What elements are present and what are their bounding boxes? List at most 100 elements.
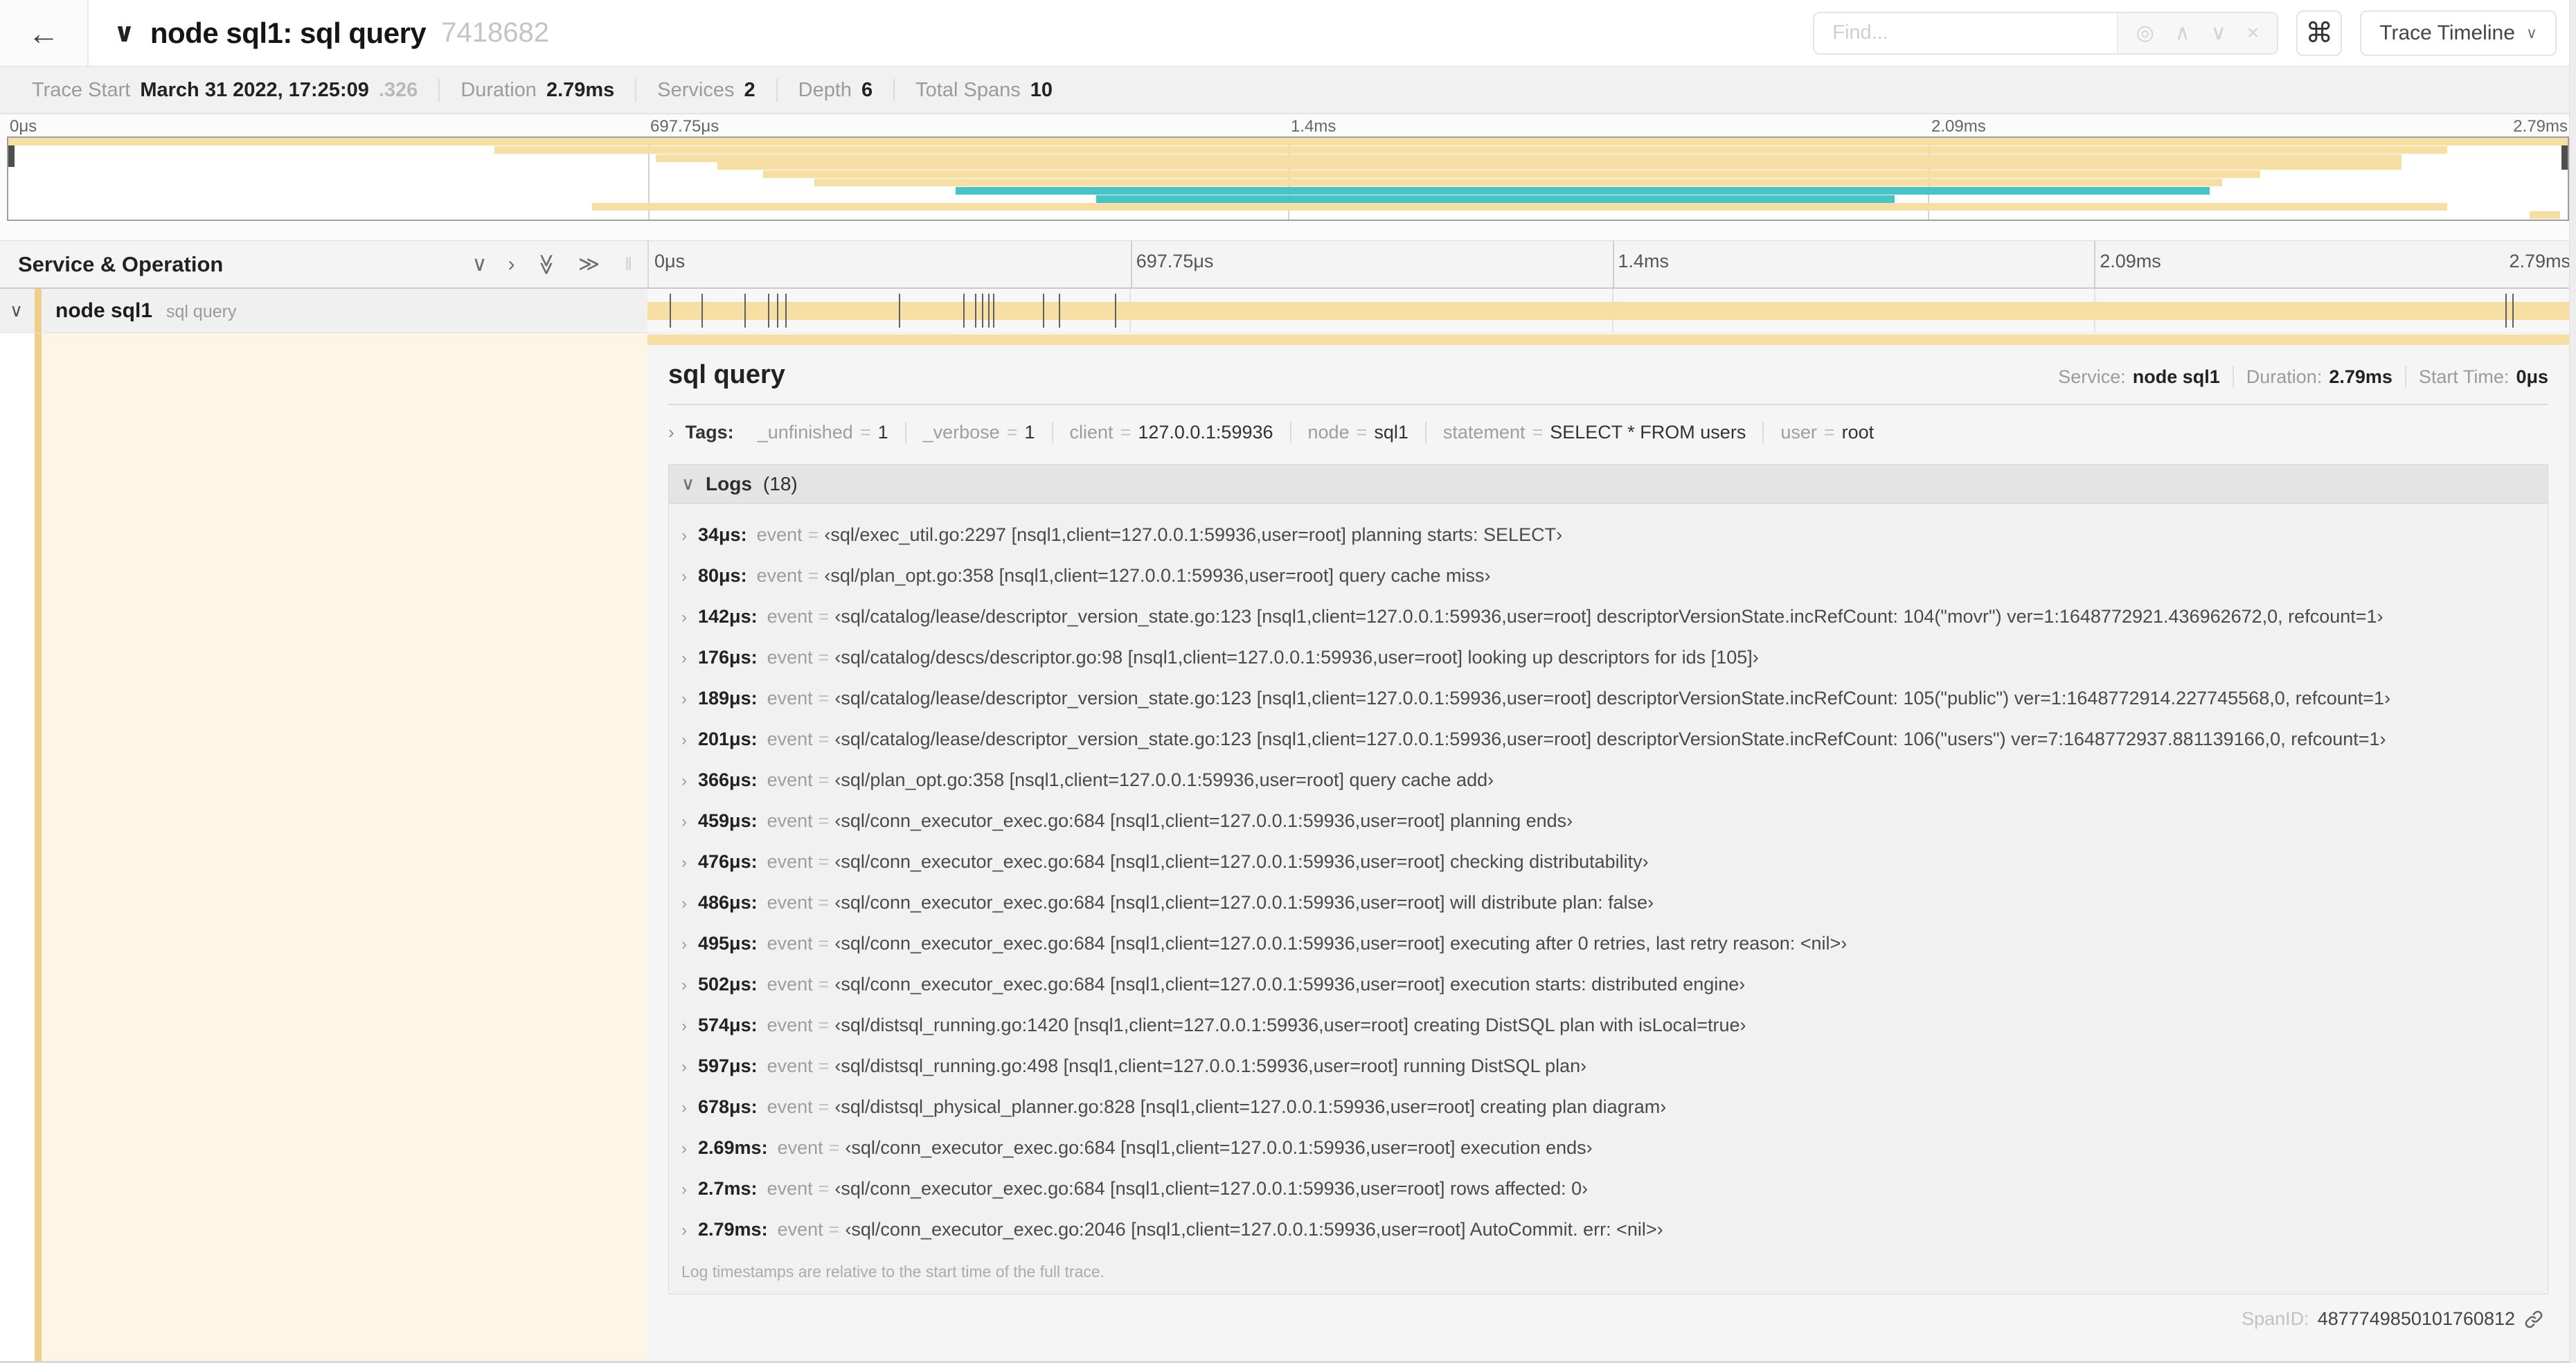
log-marker-tick bbox=[785, 294, 787, 328]
log-row-chevron-icon: › bbox=[681, 567, 687, 586]
stat-value: March 31 2022, 17:25:09 bbox=[140, 78, 369, 101]
log-row[interactable]: › 2.69ms: event = ‹sql/conn_executor_exec.go… bbox=[669, 1128, 2548, 1168]
tag-value: sql1 bbox=[1374, 422, 1408, 443]
find-prev-icon[interactable]: ∧ bbox=[2175, 22, 2190, 44]
expand-all-icon[interactable]: ≫ bbox=[578, 253, 600, 275]
span-duration-bar[interactable] bbox=[647, 301, 2576, 320]
log-field-value: ‹sql/conn_executor_exec.go:684 [nsql1,cl… bbox=[834, 933, 1848, 954]
minimap-axis-label: 2.09ms bbox=[1931, 117, 1986, 136]
minimap-canvas[interactable] bbox=[7, 136, 2569, 221]
log-row-chevron-icon: › bbox=[681, 731, 687, 749]
tag-key: user bbox=[1780, 422, 1817, 443]
stat-label: Services bbox=[657, 78, 735, 101]
log-row[interactable]: › 502μs: event = ‹sql/conn_executor_exec.go:… bbox=[669, 964, 2548, 1005]
minimap-axis-label: 1.4ms bbox=[1291, 117, 1336, 136]
log-field-value: ‹sql/conn_executor_exec.go:684 [nsql1,cl… bbox=[834, 974, 1746, 995]
log-row[interactable]: › 476μs: event = ‹sql/conn_executor_exec.go:… bbox=[669, 841, 2548, 882]
find-input[interactable] bbox=[1814, 12, 2117, 53]
log-field-value: ‹sql/distsql_physical_planner.go:828 [ns… bbox=[834, 1096, 1667, 1117]
vertical-scrollbar[interactable] bbox=[2569, 0, 2576, 1363]
log-equals: = bbox=[818, 606, 830, 627]
trace-view-selector[interactable]: Trace Timeline ∨ bbox=[2360, 10, 2557, 56]
expand-one-icon[interactable]: › bbox=[508, 253, 515, 275]
tags-row[interactable]: › Tags: _unfinished = 1 _verbose = 1 client = 12… bbox=[668, 422, 2548, 443]
minimap-span-bar bbox=[717, 162, 2401, 170]
log-row[interactable]: › 189μs: event = ‹sql/catalog/lease/descript… bbox=[669, 678, 2548, 719]
span-detail-card: sql query Service: node sql1 Duration: 2.79… bbox=[647, 345, 2576, 1361]
log-timestamp: 476μs: bbox=[698, 851, 758, 872]
log-field-value: ‹sql/exec_util.go:2297 [nsql1,client=127… bbox=[824, 524, 1563, 545]
collapse-trace-chevron-icon[interactable]: ∨ bbox=[114, 17, 135, 48]
page-title: node sql1: sql query bbox=[150, 16, 427, 49]
divider bbox=[668, 404, 2548, 405]
stat-label: Depth bbox=[798, 78, 852, 101]
log-row[interactable]: › 201μs: event = ‹sql/catalog/lease/descript… bbox=[669, 719, 2548, 760]
column-resizer-grip[interactable]: ‖ bbox=[620, 253, 632, 275]
timeline-header: Service & Operation ∨ › ≫ ≫ ‖ 0μs 697.75μ… bbox=[0, 240, 2576, 289]
ruler-tick-line bbox=[1130, 241, 1132, 287]
back-button[interactable]: ← bbox=[0, 0, 89, 66]
log-row[interactable]: › 495μs: event = ‹sql/conn_executor_exec.go:… bbox=[669, 923, 2548, 964]
minimap-axis-label: 0μs bbox=[10, 117, 37, 136]
log-field-key: event bbox=[756, 524, 803, 545]
span-detail-duration-bar[interactable] bbox=[647, 335, 2576, 345]
log-row[interactable]: › 34μs: event = ‹sql/exec_util.go:2297 [nsql… bbox=[669, 515, 2548, 555]
log-row-chevron-icon: › bbox=[681, 1221, 687, 1240]
find-clear-icon[interactable]: × bbox=[2247, 22, 2260, 44]
keyboard-shortcuts-button[interactable]: ⌘ bbox=[2296, 10, 2343, 56]
find-group: ◎ ∧ ∨ × bbox=[1813, 11, 2279, 55]
log-row-chevron-icon: › bbox=[681, 608, 687, 627]
collapse-all-icon[interactable]: ≫ bbox=[535, 253, 558, 275]
log-row[interactable]: › 2.7ms: event = ‹sql/conn_executor_exec.go:… bbox=[669, 1168, 2548, 1209]
tag-key: statement bbox=[1442, 422, 1526, 443]
log-field-value: ‹sql/conn_executor_exec.go:684 [nsql1,cl… bbox=[834, 1178, 1589, 1199]
collapse-one-icon[interactable]: ∨ bbox=[472, 253, 487, 275]
log-equals: = bbox=[818, 974, 830, 995]
logs-header[interactable]: ∨ Logs (18) bbox=[669, 465, 2548, 504]
log-timestamp: 80μs: bbox=[698, 565, 747, 586]
log-equals: = bbox=[818, 769, 830, 790]
locate-icon[interactable]: ◎ bbox=[2136, 22, 2154, 44]
trace-stat-item: Trace Start March 31 2022, 17:25:09 .326 bbox=[11, 79, 438, 102]
log-row[interactable]: › 80μs: event = ‹sql/plan_opt.go:358 [nsql1,… bbox=[669, 555, 2548, 596]
find-next-icon[interactable]: ∨ bbox=[2211, 22, 2226, 44]
log-row[interactable]: › 176μs: event = ‹sql/catalog/descs/descript… bbox=[669, 637, 2548, 678]
log-marker-tick bbox=[776, 294, 778, 328]
trace-stat-item: Services 2 bbox=[635, 78, 776, 102]
span-row-name-cell[interactable]: ∨ node sql1 sql query bbox=[0, 289, 647, 333]
log-row[interactable]: › 486μs: event = ‹sql/conn_executor_exec.go:… bbox=[669, 882, 2548, 923]
log-row[interactable]: › 142μs: event = ‹sql/catalog/lease/descript… bbox=[669, 596, 2548, 637]
log-equals: = bbox=[818, 1178, 830, 1199]
log-field-value: ‹sql/conn_executor_exec.go:684 [nsql1,cl… bbox=[834, 810, 1573, 831]
log-field-value: ‹sql/distsql_running.go:498 [nsql1,clien… bbox=[834, 1055, 1587, 1076]
log-field-key: event bbox=[767, 1015, 813, 1035]
log-field-value: ‹sql/conn_executor_exec.go:684 [nsql1,cl… bbox=[834, 851, 1649, 872]
log-field-key: event bbox=[767, 1055, 813, 1076]
tag-item: user = root bbox=[1762, 422, 1890, 443]
log-field-key: event bbox=[767, 1096, 813, 1117]
log-row[interactable]: › 574μs: event = ‹sql/distsql_running.go:142… bbox=[669, 1005, 2548, 1046]
log-row[interactable]: › 597μs: event = ‹sql/distsql_running.go:498… bbox=[669, 1046, 2548, 1087]
log-row-chevron-icon: › bbox=[681, 526, 687, 545]
stat-label: Trace Start bbox=[32, 78, 131, 101]
tag-equals: = bbox=[1532, 422, 1544, 443]
log-timestamp: 176μs: bbox=[698, 647, 758, 668]
log-equals: = bbox=[818, 851, 830, 872]
deep-link-icon[interactable] bbox=[2523, 1309, 2544, 1330]
minimap-span-bar bbox=[656, 154, 2401, 162]
log-row[interactable]: › 2.79ms: event = ‹sql/conn_executor_exec.go… bbox=[669, 1209, 2548, 1250]
log-timestamp: 678μs: bbox=[698, 1096, 758, 1117]
log-row[interactable]: › 459μs: event = ‹sql/conn_executor_exec.go:… bbox=[669, 801, 2548, 841]
log-equals: = bbox=[818, 729, 830, 749]
log-row[interactable]: › 678μs: event = ‹sql/distsql_physical_plann… bbox=[669, 1087, 2548, 1128]
top-bar-actions: ◎ ∧ ∨ × ⌘ Trace Timeline ∨ bbox=[1813, 10, 2576, 56]
log-timestamp: 574μs: bbox=[698, 1015, 758, 1035]
log-row-chevron-icon: › bbox=[681, 935, 687, 954]
log-field-value: ‹sql/catalog/descs/descriptor.go:98 [nsq… bbox=[834, 647, 1759, 668]
span-service-color-stripe bbox=[35, 289, 42, 332]
span-collapse-chevron-icon[interactable]: ∨ bbox=[0, 300, 36, 321]
log-row[interactable]: › 366μs: event = ‹sql/plan_opt.go:358 [nsql1… bbox=[669, 760, 2548, 801]
tag-value: 1 bbox=[1024, 422, 1035, 443]
tag-key: _verbose bbox=[922, 422, 1000, 443]
log-marker-tick bbox=[963, 294, 965, 328]
